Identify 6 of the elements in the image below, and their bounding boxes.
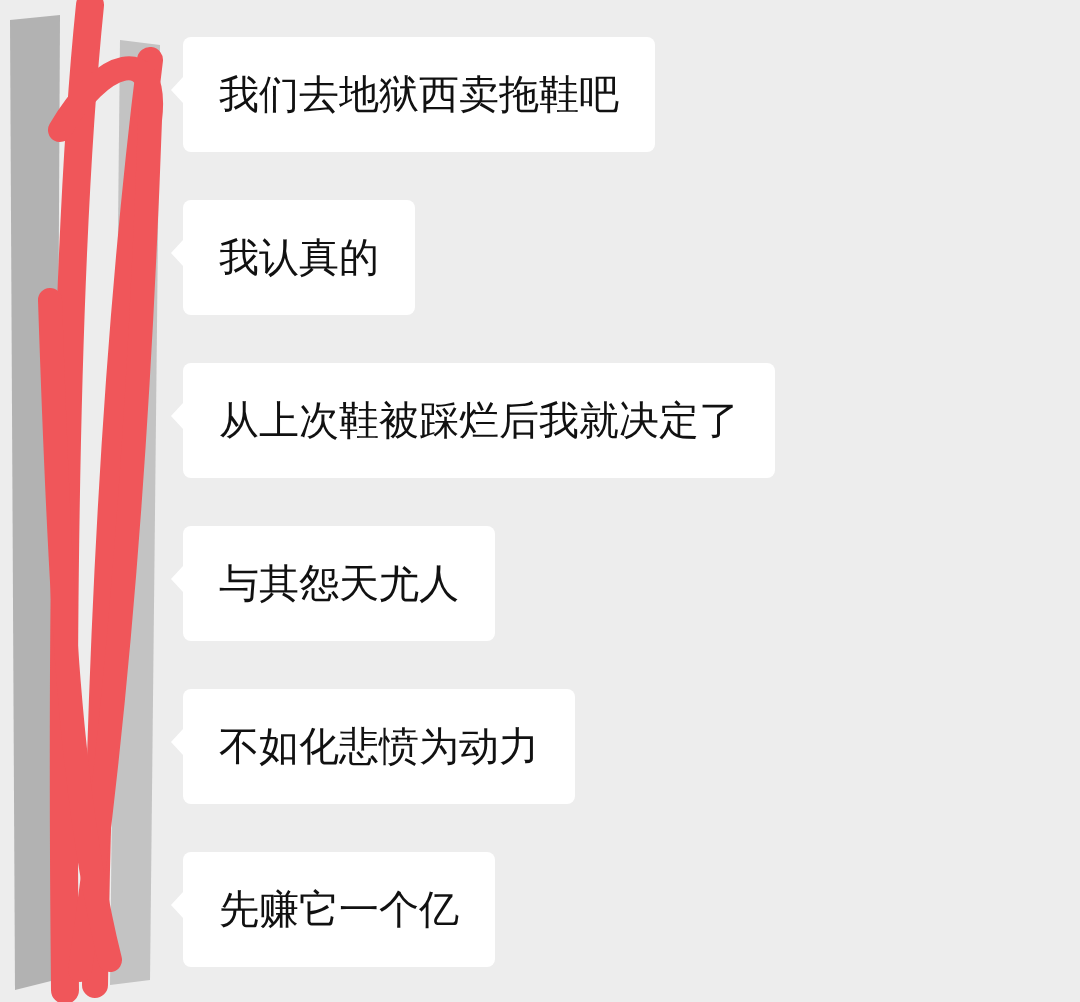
message-bubble: 从上次鞋被踩烂后我就决定了: [183, 363, 775, 478]
message-bubble: 我们去地狱西卖拖鞋吧: [183, 37, 655, 152]
message-bubble: 不如化悲愤为动力: [183, 689, 575, 804]
message-bubble: 与其怨天尤人: [183, 526, 495, 641]
message-bubble: 我认真的: [183, 200, 415, 315]
message-bubble: 先赚它一个亿: [183, 852, 495, 967]
